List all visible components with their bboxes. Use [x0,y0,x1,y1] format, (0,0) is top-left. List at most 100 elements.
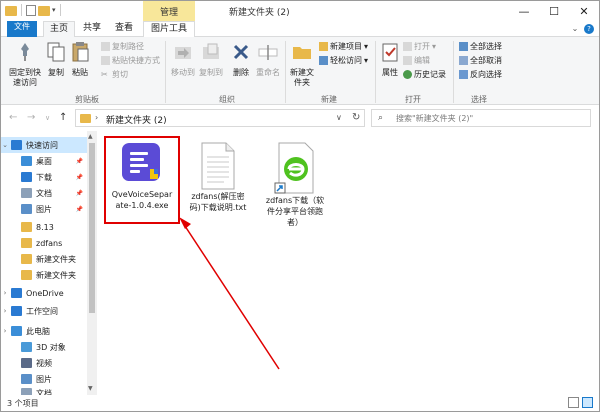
move-to-button[interactable]: 移动到 [169,41,197,78]
chevron-right-icon[interactable]: › [1,307,9,315]
file-item[interactable]: zdfans下载（软 件分享平台领跑 者） [257,141,333,228]
sidebar-item[interactable]: › OneDrive [1,285,87,301]
up-arrow-icon[interactable]: ↑ [59,112,67,123]
rename-button[interactable]: 重命名 [255,41,281,78]
sidebar-item[interactable]: 图片 📌 [1,201,87,217]
sidebar-item[interactable]: zdfans [1,235,87,251]
file-name: zdfans(解压密 [191,192,245,201]
tab-picture-tools[interactable]: 图片工具 [143,21,195,37]
sidebar-item[interactable]: 下载 📌 [1,169,87,185]
properties-button[interactable]: 属性 [379,41,401,78]
sidebar-item-label: 新建文件夹 [36,254,76,264]
edit-button[interactable]: 编辑 [403,55,430,66]
chevron-down-icon[interactable]: ▾ [52,6,56,14]
new-item-button[interactable]: 新建项目 ▾ [319,41,368,52]
cut-label: 剪切 [112,70,128,79]
new-item-icon [319,42,328,51]
forward-arrow-icon[interactable]: → [27,112,35,123]
paste-shortcut-button[interactable]: 粘贴快捷方式 [101,55,160,66]
divider [453,41,454,103]
invert-selection-button[interactable]: 反向选择 [459,69,502,80]
select-none-button[interactable]: 全部取消 [459,55,502,66]
properties-label: 属性 [382,68,398,77]
search-input[interactable]: ⌕ 搜索"新建文件夹 (2)" [371,109,591,127]
new-folder-icon[interactable] [38,5,50,16]
pin-icon [21,43,29,61]
title-bar: ▾ 管理 新建文件夹 (2) — ☐ ✕ [1,1,599,21]
chevron-right-icon[interactable]: ⌄ [1,141,9,149]
breadcrumb-separator-icon[interactable]: › [95,113,98,122]
sidebar-item[interactable]: ⌄ 快速访问 [1,137,87,153]
divider [59,4,61,16]
sidebar-item[interactable]: 文档 📌 [1,185,87,201]
chevron-down-icon[interactable]: ∨ [336,113,342,122]
chevron-down-icon[interactable]: ⌄ [569,21,581,37]
minimize-button[interactable]: — [509,1,539,21]
tab-share[interactable]: 共享 [77,21,107,37]
chevron-right-icon[interactable]: › [1,289,9,297]
chevron-down-icon: ▾ [364,42,369,51]
sidebar-item-label: 图片 [36,374,52,384]
sidebar-item[interactable]: 视频 [1,355,87,371]
help-icon: ? [584,24,594,34]
scissors-icon: ✂ [101,70,108,79]
properties-icon[interactable] [26,4,36,16]
sidebar-item[interactable]: 8.13 [1,219,87,235]
file-name: 码)下载说明.txt [189,203,247,212]
paste-label: 粘贴 [72,68,88,77]
back-arrow-icon[interactable]: ← [9,112,17,123]
scrollbar-thumb[interactable] [89,143,95,313]
pin-to-quick-access-button[interactable]: 固定到快速访问 [7,41,43,88]
tab-view[interactable]: 查看 [109,21,139,37]
sidebar-scrollbar[interactable]: ▲ ▼ [87,131,97,395]
file-item[interactable]: zdfans(解压密 码)下载说明.txt [181,141,255,213]
clipboard-group-label: 剪贴板 [75,95,99,104]
help-button[interactable]: ? [583,21,595,37]
new-folder-button[interactable]: 新建文件夹 [289,41,315,88]
sidebar-item-label: 图片 [36,204,52,214]
sidebar-item[interactable]: 3D 对象 [1,339,87,355]
paste-icon [72,42,89,62]
close-button[interactable]: ✕ [569,1,599,21]
open-icon [403,42,412,51]
pin-icon: 📌 [75,157,83,165]
pin-icon: 📌 [75,205,83,213]
select-all-icon [459,42,468,51]
scroll-up-icon[interactable]: ▲ [88,133,93,140]
ribbon-tab-bar: 文件 主页 共享 查看 图片工具 ⌄ ? [1,21,599,38]
delete-button[interactable]: 删除 [229,41,253,78]
sidebar-item[interactable]: 新建文件夹 [1,267,87,283]
easy-access-icon [319,56,328,65]
open-button[interactable]: 打开 ▾ [403,41,436,52]
history-button[interactable]: 历史记录 [403,69,446,80]
breadcrumb[interactable]: 新建文件夹 (2) [106,113,167,126]
copy-button[interactable]: 复制 [45,41,67,78]
select-all-button[interactable]: 全部选择 [459,41,502,52]
copy-to-button[interactable]: 复制到 [197,41,225,78]
tab-home[interactable]: 主页 [43,21,75,38]
recent-locations-chevron-icon[interactable]: ∨ [45,114,50,122]
sidebar-item[interactable]: 新建文件夹 [1,251,87,267]
address-bar[interactable]: › 新建文件夹 (2) ∨ ↻ [75,109,365,127]
scroll-down-icon[interactable]: ▼ [88,385,93,392]
sidebar-item[interactable]: › 工作空间 [1,303,87,319]
sidebar-item-label: 视频 [36,358,52,368]
history-icon [403,70,412,79]
download-icon [21,172,32,182]
large-icons-view-icon[interactable] [582,397,593,408]
details-view-icon[interactable] [568,397,579,408]
cut-button[interactable]: ✂ 剪切 [101,69,128,80]
text-file-icon [201,142,235,190]
sidebar-item[interactable]: › 此电脑 [1,323,87,339]
chevron-right-icon[interactable]: › [1,327,9,335]
delete-x-icon [233,44,249,60]
edit-label: 编辑 [414,56,430,65]
sidebar-item[interactable]: 桌面 📌 [1,153,87,169]
maximize-button[interactable]: ☐ [539,1,569,21]
copy-path-button[interactable]: 复制路径 [101,41,144,52]
select-none-icon [459,56,468,65]
paste-button[interactable]: 粘贴 [69,41,91,78]
tab-file[interactable]: 文件 [7,21,37,37]
refresh-icon[interactable]: ↻ [352,112,360,123]
easy-access-button[interactable]: 轻松访问 ▾ [319,55,368,66]
